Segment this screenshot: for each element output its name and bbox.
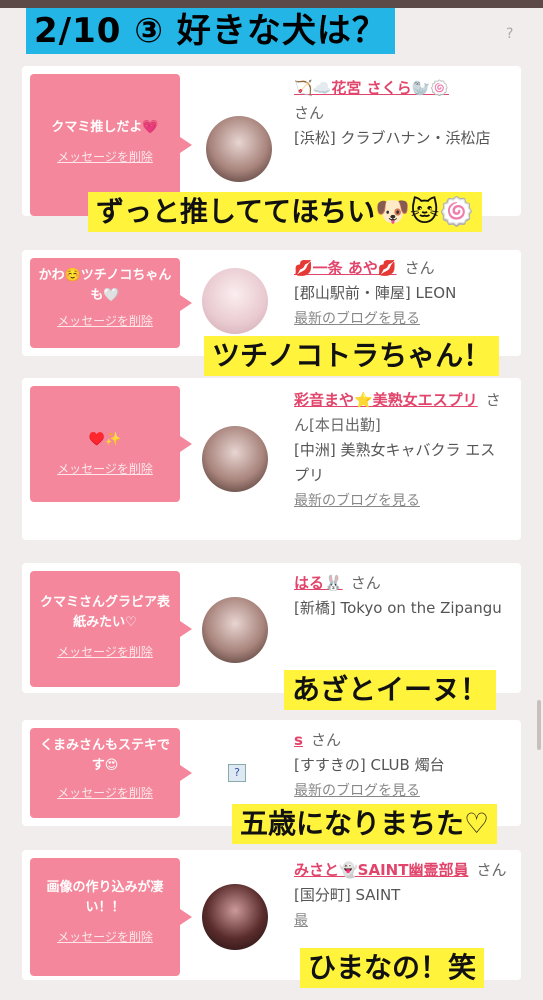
honorific: さん (310, 731, 341, 749)
honorific: さん (350, 574, 381, 592)
sender-name-link[interactable]: はる🐰 (294, 574, 343, 592)
shop-info: [郡山駅前・陣屋] LEON (294, 284, 457, 302)
honorific: さん (404, 259, 435, 277)
delete-message-link[interactable]: メッセージを削除 (30, 148, 180, 165)
sender-info: はる🐰 さん [新橋] Tokyo on the Zipangu (294, 571, 509, 621)
sender-info: みさと👻SAINT幽霊部員 さん [国分町] SAINT 最 (294, 858, 509, 934)
delete-message-link[interactable]: メッセージを削除 (30, 928, 180, 945)
message-bubble: クマミさんグラビア表紙みたい♡ メッセージを削除 (30, 571, 192, 687)
message-bubble: 画像の作り込みが凄い！！ メッセージを削除 (30, 858, 192, 976)
sender-name-link[interactable]: 彩音まや⭐美熟女エスプリ (294, 391, 478, 409)
sender-name-link[interactable]: 🏹☁️花宮 さくら🦭🍥 (294, 79, 449, 97)
caption: ツチノコトラちゃん！ (204, 336, 500, 376)
sender-name-link[interactable]: 💋一条 あや💋 (294, 259, 397, 277)
help-mark[interactable]: ? (506, 26, 513, 42)
message-text: くまみさんもステキです😍 (39, 738, 170, 773)
avatar[interactable] (202, 268, 268, 334)
sender-info: s さん [すすきの] CLUB 燭台 最新のブログを見る (294, 728, 509, 804)
avatar[interactable] (202, 884, 268, 950)
caption: ひまなの！笑 (300, 948, 485, 988)
blog-link[interactable]: 最新のブログを見る (294, 783, 420, 799)
sender-name-link[interactable]: みさと👻SAINT幽霊部員 (294, 861, 468, 879)
message-bubble: ♥️✨ メッセージを削除 (30, 386, 192, 502)
blog-link[interactable]: 最 (294, 913, 308, 929)
honorific: さん (294, 104, 325, 122)
shop-info: [国分町] SAINT (294, 886, 401, 904)
blog-link[interactable]: 最新のブログを見る (294, 311, 420, 327)
broken-image-icon: ? (228, 764, 246, 782)
avatar[interactable] (202, 597, 268, 663)
message-text: かわ☺️ツチノコちゃんも🤍 (38, 268, 172, 303)
delete-message-link[interactable]: メッセージを削除 (30, 784, 180, 801)
message-card: ♥️✨ メッセージを削除 彩音まや⭐美熟女エスプリ さん[本日出勤] [中洲] 美… (22, 378, 521, 540)
blog-link[interactable]: 最新のブログを見る (294, 493, 420, 509)
honorific: さん (476, 861, 507, 879)
avatar[interactable] (206, 116, 272, 182)
delete-message-link[interactable]: メッセージを削除 (30, 460, 180, 477)
delete-message-link[interactable]: メッセージを削除 (30, 643, 180, 660)
message-text: クマミさんグラビア表紙みたい♡ (39, 595, 170, 630)
sender-info: 🏹☁️花宮 さくら🦭🍥 さん [浜松] クラブハナン・浜松店 (294, 76, 509, 151)
shop-info: [浜松] クラブハナン・浜松店 (294, 129, 491, 147)
message-bubble: くまみさんもステキです😍 メッセージを削除 (30, 728, 192, 818)
message-text: ♥️✨ (88, 432, 122, 447)
message-text: 画像の作り込みが凄い！！ (46, 880, 164, 915)
sender-name-link[interactable]: s (294, 731, 303, 749)
shop-info: [中洲] 美熟女キャバクラ エスプリ (294, 441, 496, 484)
caption: 五歳になりまちた♡ (232, 804, 498, 844)
shop-info: [すすきの] CLUB 燭台 (294, 756, 445, 774)
top-bar (0, 0, 543, 8)
scrollbar[interactable] (537, 700, 541, 750)
banner-title: 2/10 ③ 好きな犬は？ (26, 8, 395, 54)
delete-message-link[interactable]: メッセージを削除 (30, 312, 180, 329)
sender-info: 彩音まや⭐美熟女エスプリ さん[本日出勤] [中洲] 美熟女キャバクラ エスプリ … (294, 388, 509, 514)
caption: あざとイーヌ！ (284, 670, 497, 710)
caption: ずっと推しててほちい🐶🐱🍥 (88, 192, 483, 232)
sender-info: 💋一条 あや💋 さん [郡山駅前・陣屋] LEON 最新のブログを見る (294, 256, 509, 332)
avatar[interactable] (202, 426, 268, 492)
shop-info: [新橋] Tokyo on the Zipangu (294, 599, 502, 617)
message-text: クマミ推しだよ💗 (51, 120, 159, 135)
message-bubble: かわ☺️ツチノコちゃんも🤍 メッセージを削除 (30, 258, 192, 348)
